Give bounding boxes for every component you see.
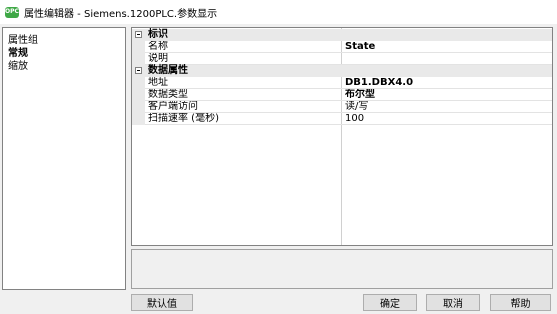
collapse-icon[interactable] bbox=[135, 31, 142, 38]
property-row-data-type[interactable]: 数据类型 布尔型 bbox=[132, 89, 552, 101]
row-gutter bbox=[132, 89, 145, 101]
property-row-name[interactable]: 名称 State bbox=[132, 41, 552, 53]
category-row-data-properties[interactable]: 数据属性 bbox=[132, 65, 552, 77]
help-button[interactable]: 帮助 bbox=[490, 294, 551, 311]
description-panel bbox=[131, 249, 553, 289]
cancel-button[interactable]: 取消 bbox=[426, 294, 480, 311]
property-row-description[interactable]: 说明 bbox=[132, 53, 552, 65]
row-gutter bbox=[132, 41, 145, 53]
property-groups-panel: 属性组 常规 缩放 bbox=[2, 27, 126, 290]
row-gutter bbox=[132, 101, 145, 113]
property-row-address[interactable]: 地址 DB1.DBX4.0 bbox=[132, 77, 552, 89]
property-row-scan-rate[interactable]: 扫描速率 (毫秒) 100 bbox=[132, 113, 552, 125]
row-gutter bbox=[132, 113, 145, 125]
category-label: 标识 bbox=[148, 29, 168, 40]
opc-app-icon: OPC bbox=[5, 6, 19, 18]
category-background bbox=[145, 29, 552, 41]
collapse-icon[interactable] bbox=[135, 67, 142, 74]
row-gutter bbox=[132, 53, 145, 65]
category-row-identification[interactable]: 标识 bbox=[132, 29, 552, 41]
default-values-button[interactable]: 默认值 bbox=[131, 294, 193, 311]
property-grid: 标识 名称 State 说明 数据属性 地址 DB1.DBX4.0 数据类型 布… bbox=[131, 27, 553, 246]
ok-button[interactable]: 确定 bbox=[363, 294, 417, 311]
property-row-client-access[interactable]: 客户端访问 读/写 bbox=[132, 101, 552, 113]
window-title: 属性编辑器 - Siemens.1200PLC.参数显示 bbox=[24, 8, 218, 20]
category-background bbox=[145, 65, 552, 77]
group-item-scaling[interactable]: 缩放 bbox=[8, 57, 28, 72]
title-bar: OPC 属性编辑器 - Siemens.1200PLC.参数显示 bbox=[0, 0, 557, 24]
category-label: 数据属性 bbox=[148, 65, 188, 76]
row-divider bbox=[145, 124, 552, 125]
row-gutter bbox=[132, 77, 145, 89]
